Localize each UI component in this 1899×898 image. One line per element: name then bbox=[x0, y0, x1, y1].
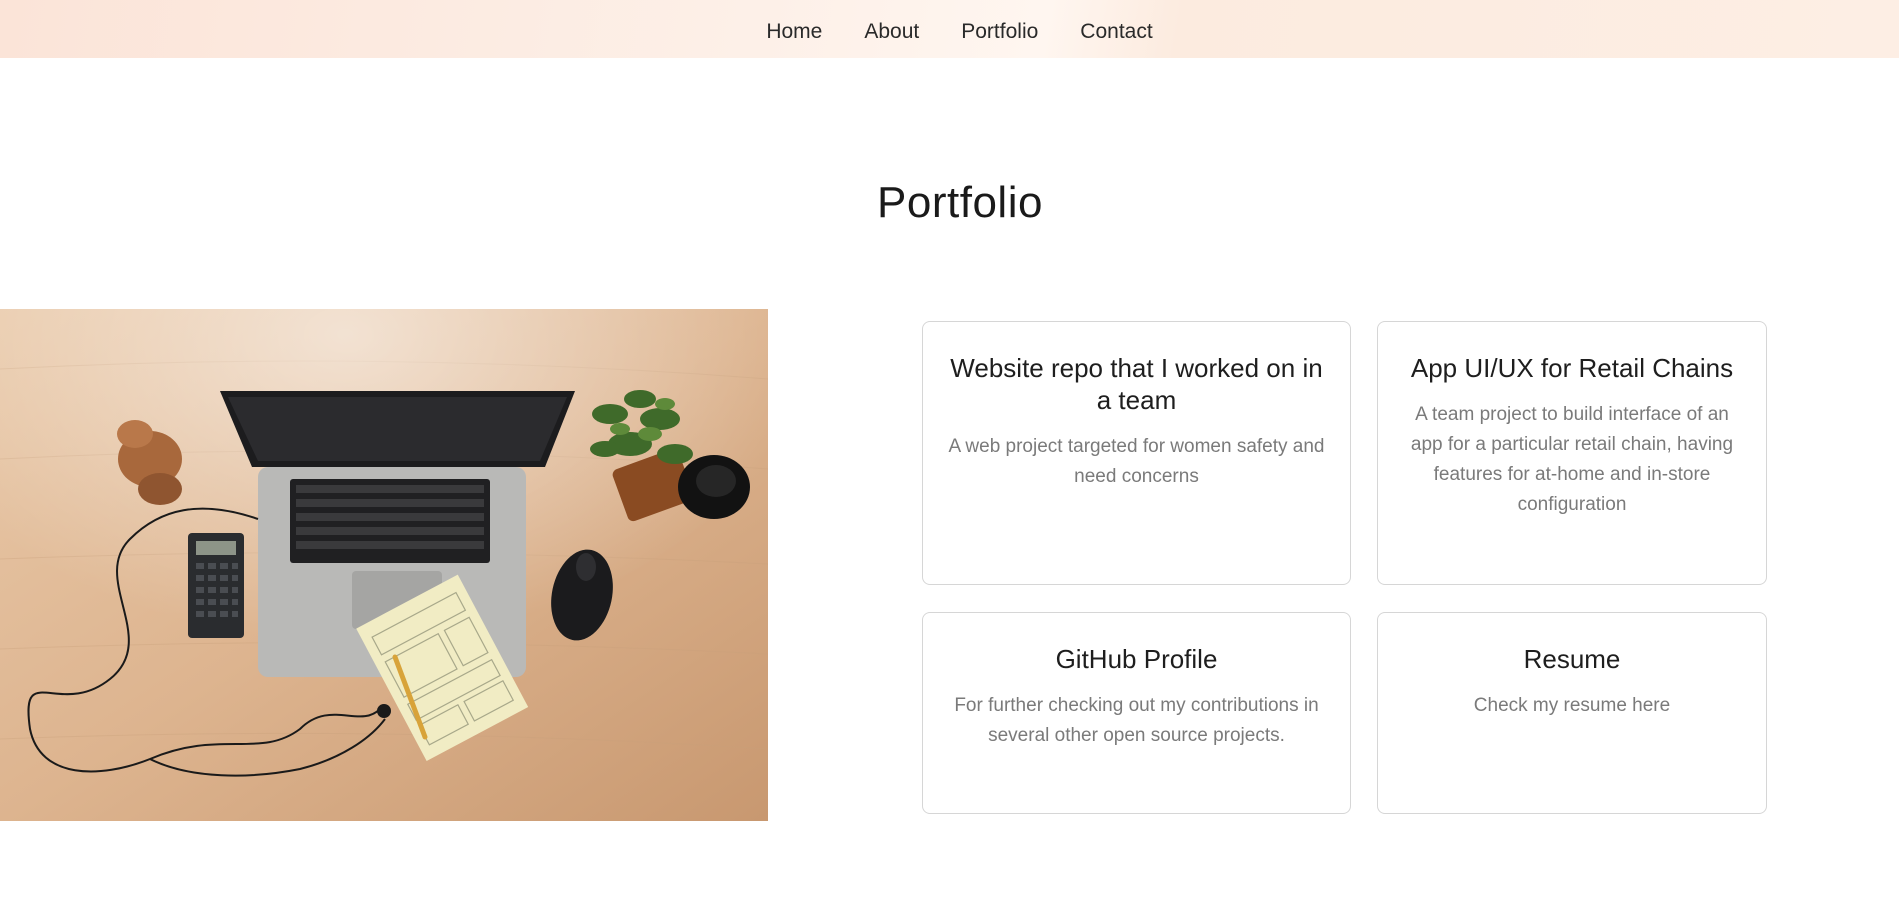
portfolio-card-resume[interactable]: Resume Check my resume here bbox=[1377, 612, 1767, 814]
nav-portfolio-link[interactable]: Portfolio bbox=[961, 20, 1038, 44]
card-description: A team project to build interface of an … bbox=[1410, 404, 1734, 515]
card-description: A web project targeted for women safety … bbox=[948, 436, 1325, 487]
card-title: Resume bbox=[1523, 644, 1621, 674]
card-description: For further checking out my contribution… bbox=[954, 695, 1319, 746]
nav-home-link[interactable]: Home bbox=[766, 20, 822, 44]
portfolio-card-app-uiux[interactable]: App UI/UX for Retail Chains A team proje… bbox=[1377, 321, 1767, 585]
top-navbar: Home About Portfolio Contact bbox=[0, 0, 1899, 58]
card-description: Check my resume here bbox=[1473, 695, 1671, 716]
nav-links: Home About Portfolio Contact bbox=[766, 20, 1152, 44]
portfolio-card-github-profile[interactable]: GitHub Profile For further checking out … bbox=[922, 612, 1351, 814]
portfolio-heading: Portfolio bbox=[877, 178, 1043, 227]
desk-workspace-photo bbox=[0, 309, 768, 821]
card-title: Website repo that I worked on in a team bbox=[950, 353, 1323, 415]
nav-contact-link[interactable]: Contact bbox=[1080, 20, 1152, 44]
card-title: App UI/UX for Retail Chains bbox=[1410, 353, 1734, 383]
card-title: GitHub Profile bbox=[1055, 644, 1218, 674]
nav-about-link[interactable]: About bbox=[864, 20, 919, 44]
portfolio-card-website-repo[interactable]: Website repo that I worked on in a team … bbox=[922, 321, 1351, 585]
